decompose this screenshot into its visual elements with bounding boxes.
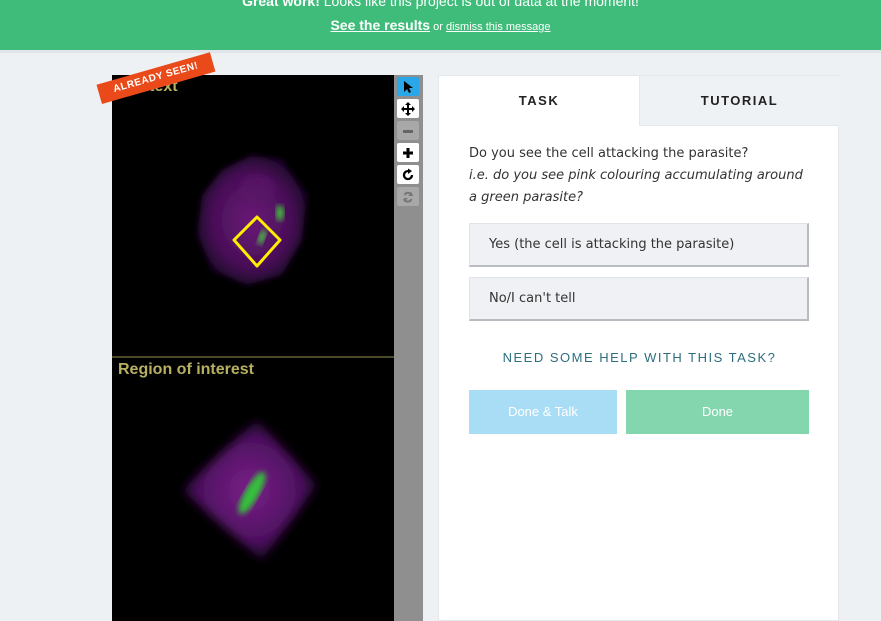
task-question: Do you see the cell attacking the parasi… bbox=[469, 143, 809, 209]
move-icon bbox=[401, 101, 415, 116]
banner-message-text: Looks like this project is out of data a… bbox=[323, 0, 639, 9]
banner-bold-text: Great work! bbox=[242, 0, 320, 9]
zoom-out-button[interactable] bbox=[397, 121, 419, 140]
dismiss-message-link[interactable]: dismiss this message bbox=[446, 21, 551, 33]
answer-yes-button[interactable]: Yes (the cell is attacking the parasite) bbox=[469, 223, 809, 267]
rotate-button[interactable] bbox=[397, 165, 419, 184]
reset-button[interactable] bbox=[397, 187, 419, 206]
viewer-divider bbox=[112, 356, 394, 358]
context-cell bbox=[197, 155, 307, 285]
banner-message: Great work! Looks like this project is o… bbox=[0, 0, 881, 9]
rotate-icon bbox=[402, 168, 414, 180]
zoom-in-button[interactable] bbox=[397, 143, 419, 162]
question-hint: i.e. do you see pink colouring accumulat… bbox=[469, 168, 803, 205]
reset-icon bbox=[403, 191, 413, 203]
move-tool-button[interactable] bbox=[397, 99, 419, 118]
subject-image bbox=[182, 155, 317, 560]
pointer-icon bbox=[404, 80, 413, 93]
tab-task[interactable]: TASK bbox=[439, 76, 639, 126]
viewer-toolbar bbox=[394, 75, 423, 621]
roi-cell bbox=[182, 420, 317, 560]
done-button[interactable]: Done bbox=[626, 390, 809, 434]
done-and-talk-button[interactable]: Done & Talk bbox=[469, 390, 617, 434]
banner-or-text: or bbox=[433, 21, 443, 33]
zoom-out-icon bbox=[403, 129, 413, 133]
tab-tutorial[interactable]: TUTORIAL bbox=[639, 76, 839, 126]
question-text: Do you see the cell attacking the parasi… bbox=[469, 146, 749, 161]
banner-actions: See the results or dismiss this message bbox=[0, 17, 881, 33]
zoom-in-icon bbox=[403, 147, 413, 158]
image-viewer[interactable]: Context Region of interest bbox=[112, 75, 394, 621]
task-help-link[interactable]: NEED SOME HELP WITH THIS TASK? bbox=[439, 350, 840, 365]
see-results-link[interactable]: See the results bbox=[330, 17, 430, 33]
answer-no-button[interactable]: No/I can't tell bbox=[469, 277, 809, 321]
notification-banner: Great work! Looks like this project is o… bbox=[0, 0, 881, 50]
banner-divider bbox=[0, 50, 881, 53]
pointer-tool-button[interactable] bbox=[397, 77, 419, 96]
task-panel: TASK TUTORIAL Do you see the cell attack… bbox=[438, 75, 839, 621]
roi-label: Region of interest bbox=[118, 361, 255, 378]
